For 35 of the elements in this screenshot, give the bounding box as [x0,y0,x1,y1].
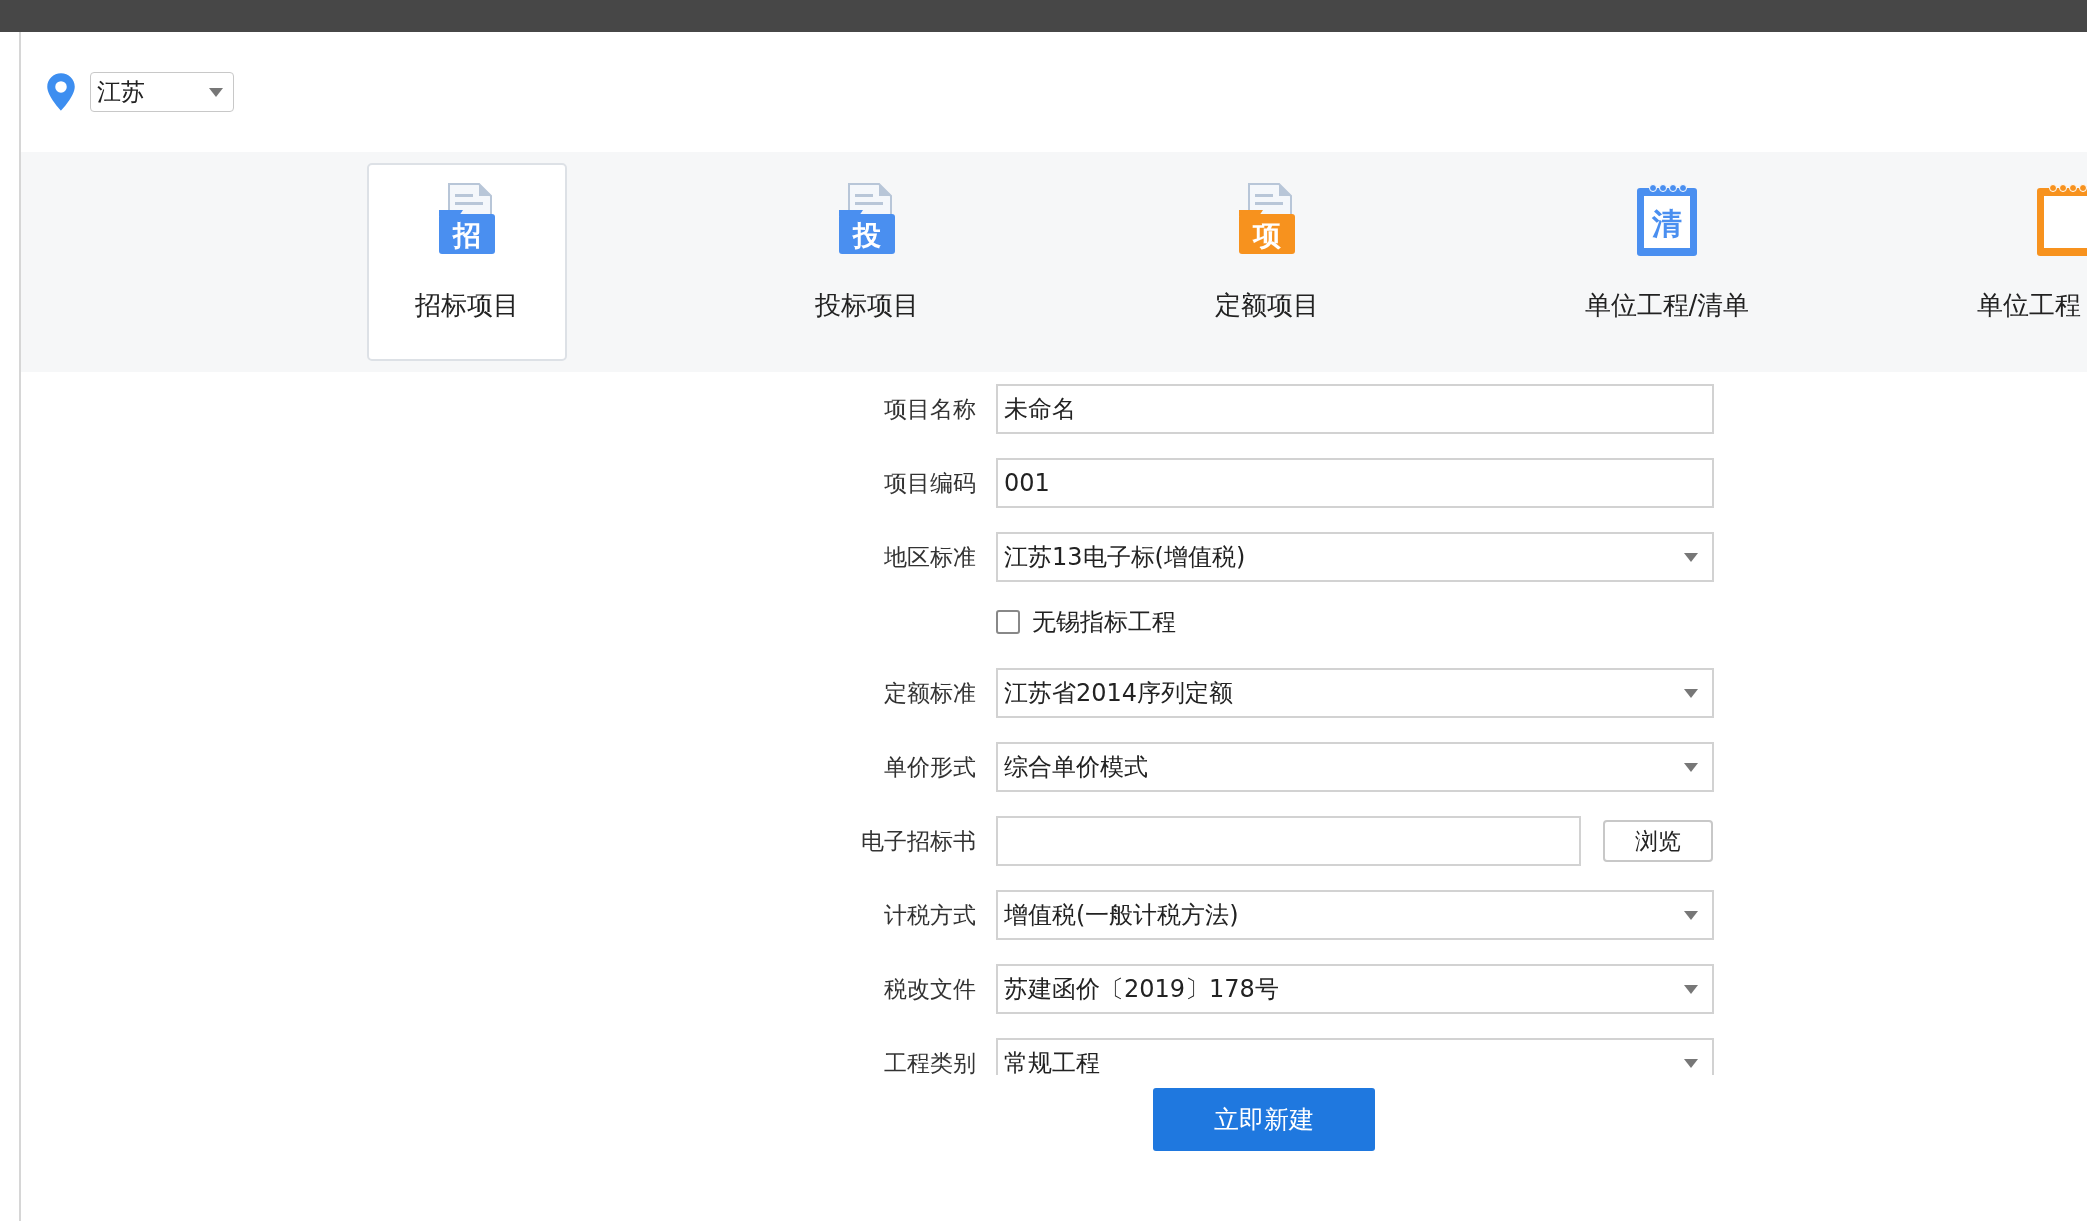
caret-icon [1684,984,1698,994]
project-type-tab[interactable]: 投 投标项目 [767,163,967,361]
dropdown-field[interactable]: 增值税(一般计税方法) [996,890,1714,940]
field-label: 单价形式 [883,752,976,782]
checkbox-label: 无锡指标工程 [1032,607,1176,638]
field-label: 项目名称 [883,394,976,424]
project-type-tab[interactable]: 项 定额项目 [1167,163,1367,361]
dropdown-field[interactable]: 江苏省2014序列定额 [996,668,1714,718]
project-type-tab[interactable]: 单位工程 [1967,163,2087,361]
project-type-tab[interactable]: 清 单位工程/清单 [1567,163,1767,361]
browse-button[interactable]: 浏览 [1603,820,1713,862]
field-label: 电子招标书 [860,826,976,856]
caret-icon [209,87,223,97]
create-button[interactable]: 立即新建 [1153,1088,1375,1151]
field-label: 计税方式 [883,900,976,930]
caret-icon [1684,688,1698,698]
location-pin-icon [46,72,76,112]
checkbox[interactable] [996,610,1020,634]
region-dropdown[interactable]: 江苏 [90,72,234,112]
field-label: 地区标准 [883,542,976,572]
caret-icon [1684,762,1698,772]
dropdown-field[interactable]: 综合单价模式 [996,742,1714,792]
field-label: 定额标准 [883,678,976,708]
caret-icon [1684,552,1698,562]
field-label: 税改文件 [883,974,976,1004]
field-label: 工程类别 [883,1048,976,1075]
field-label: 项目编码 [883,468,976,498]
file-path-field[interactable] [996,816,1581,866]
project-type-tab[interactable]: 招 招标项目 [367,163,567,361]
text-field[interactable]: 001 [996,458,1714,508]
dropdown-field[interactable]: 江苏13电子标(增值税) [996,532,1714,582]
dropdown-field[interactable]: 苏建函价〔2019〕178号 [996,964,1714,1014]
caret-icon [1684,1058,1698,1068]
text-field[interactable]: 未命名 [996,384,1714,434]
caret-icon [1684,910,1698,920]
